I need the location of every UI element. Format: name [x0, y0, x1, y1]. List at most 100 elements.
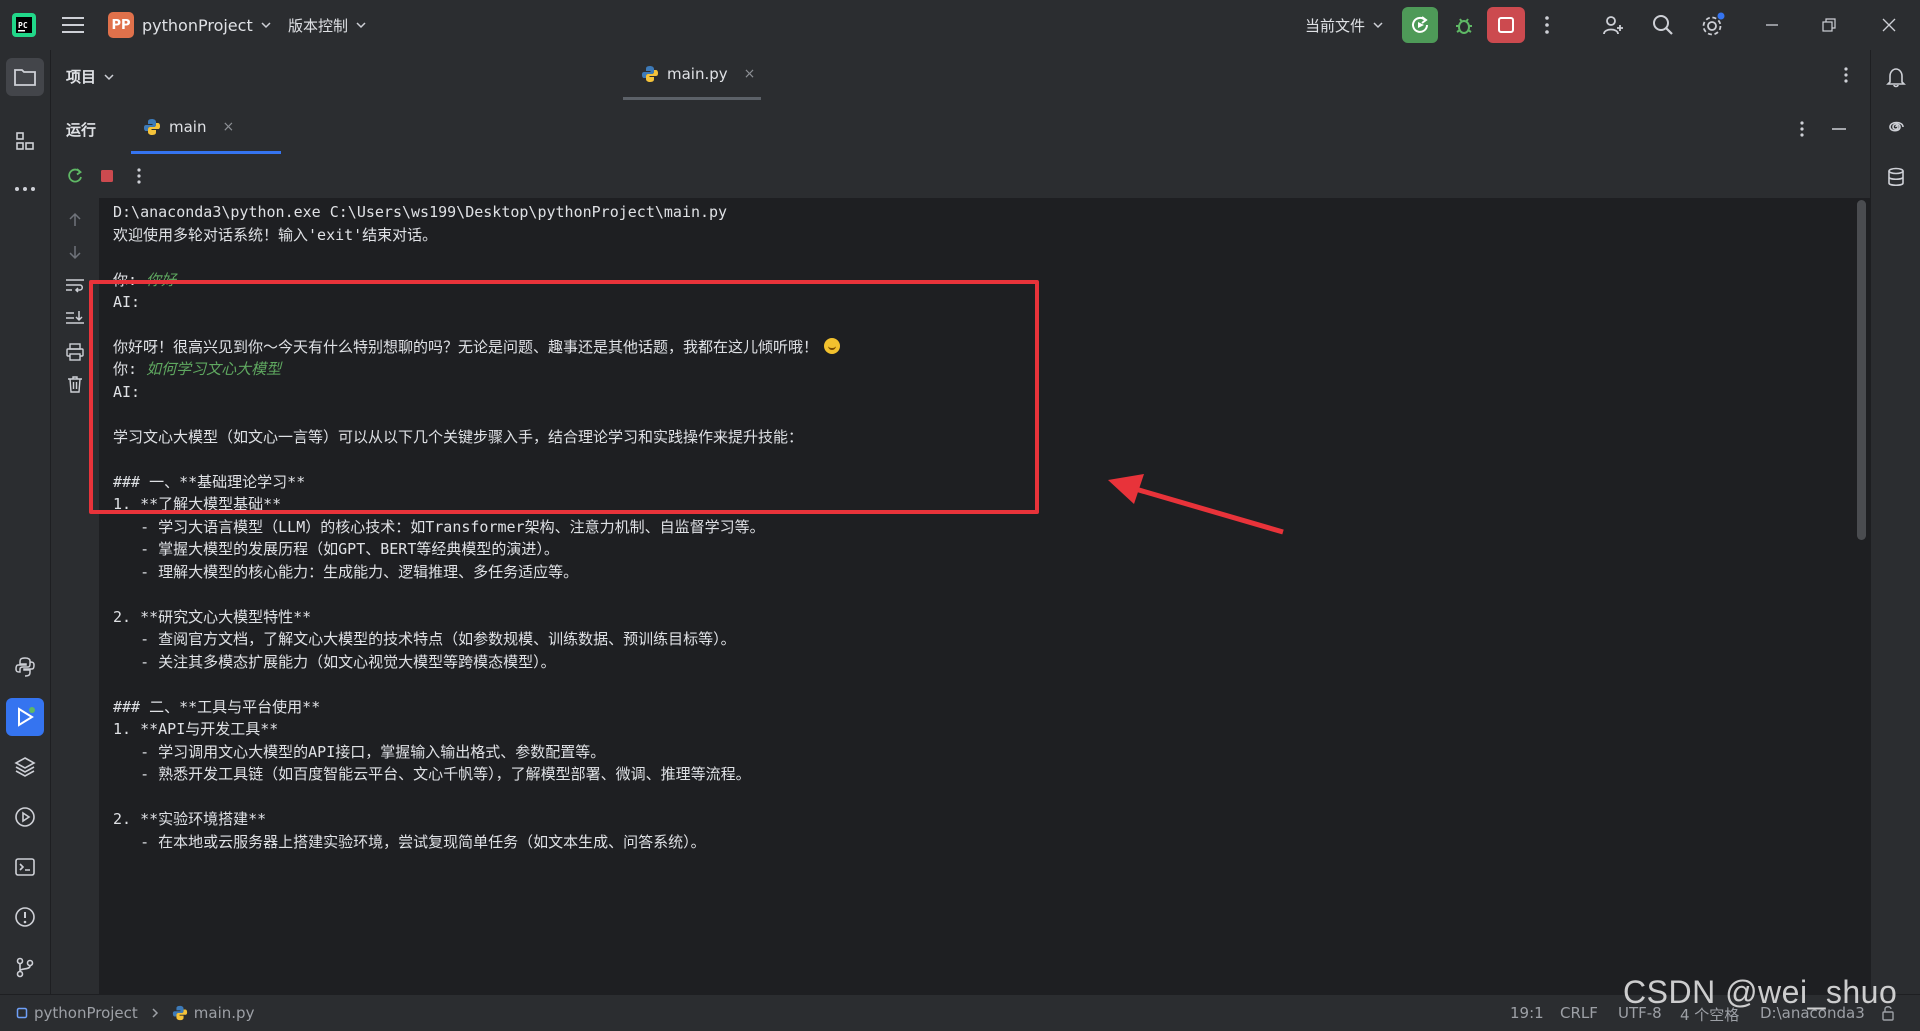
main-menu-icon[interactable]: [60, 12, 86, 38]
smiling-face-emoji-icon: [824, 338, 841, 354]
terminal-button[interactable]: [6, 848, 44, 886]
line-ending[interactable]: CRLF: [1560, 1004, 1598, 1022]
clear-console-button[interactable]: [63, 372, 87, 396]
code-with-me-button[interactable]: [1595, 7, 1631, 43]
tab-main-py[interactable]: main.py ×: [623, 50, 761, 100]
scroll-down-button[interactable]: [63, 240, 87, 264]
soft-wrap-icon: [66, 279, 84, 293]
run-icon: [18, 707, 35, 727]
console-line: 你: 你好: [113, 270, 176, 290]
console-line: - 在本地或云服务器上搭建实验环境，尝试复现简单任务（如文本生成、问答系统）。: [113, 833, 706, 851]
gear-icon: [1702, 12, 1725, 36]
project-tool-button[interactable]: [6, 58, 44, 96]
console-line: 你: 如何学习文心大模型: [113, 359, 281, 379]
project-panel-title[interactable]: 项目: [66, 66, 114, 87]
print-button[interactable]: [63, 340, 87, 364]
prompt-prefix: 你:: [113, 271, 147, 289]
ai-assistant-button[interactable]: [1877, 108, 1915, 146]
more-actions-button[interactable]: [1532, 7, 1562, 43]
title-bar: PC PP pythonProject 版本控制 当前文件: [0, 0, 1920, 50]
tab-close-icon[interactable]: ×: [744, 66, 756, 82]
vcs-label: 版本控制: [288, 16, 349, 35]
restore-icon: [1822, 18, 1836, 32]
structure-icon: [16, 132, 34, 150]
breadcrumb-project[interactable]: pythonProject: [34, 1004, 138, 1022]
stop-toolbar-button[interactable]: [95, 164, 119, 188]
user-input-text: 你好: [146, 271, 177, 289]
current-file-label: 当前文件: [1305, 16, 1366, 35]
more-vertical-icon: [1800, 121, 1804, 137]
breadcrumb-file[interactable]: main.py: [194, 1004, 255, 1022]
run-tool-button[interactable]: [6, 698, 44, 736]
chevron-down-icon: [356, 22, 366, 29]
scroll-to-end-button[interactable]: [63, 306, 87, 330]
project-selector[interactable]: PP pythonProject: [108, 11, 271, 39]
minimize-icon: [1832, 128, 1846, 130]
terminal-icon: [15, 858, 35, 876]
services-button[interactable]: [6, 798, 44, 836]
problems-button[interactable]: [6, 898, 44, 936]
run-tab-main[interactable]: main ×: [131, 102, 281, 154]
run-panel-hide-button[interactable]: [1828, 118, 1850, 140]
run-configuration-selector[interactable]: 当前文件: [1305, 11, 1383, 39]
chevron-down-icon: [261, 22, 271, 29]
vcs-selector[interactable]: 版本控制: [288, 11, 366, 39]
tab-close-icon[interactable]: ×: [222, 119, 234, 135]
window-restore-button[interactable]: [1807, 7, 1851, 43]
left-tool-strip: [0, 50, 51, 994]
rerun-button[interactable]: [1402, 7, 1438, 43]
user-input-text: 如何学习文心大模型: [146, 360, 282, 378]
stop-button[interactable]: [1487, 7, 1525, 43]
editor-more-button[interactable]: [1836, 64, 1856, 86]
window-minimize-button[interactable]: [1750, 7, 1794, 43]
console-line: 欢迎使用多轮对话系统！输入'exit'结束对话。: [113, 226, 438, 244]
run-toolbar-more-button[interactable]: [127, 164, 151, 188]
console-line: 1. **API与开发工具**: [113, 720, 279, 738]
tab-label: main.py: [667, 64, 728, 83]
git-button[interactable]: [6, 948, 44, 986]
warning-circle-icon: [15, 907, 35, 927]
rerun-toolbar-button[interactable]: [63, 164, 87, 188]
database-icon: [1888, 167, 1904, 187]
notifications-button[interactable]: [1877, 58, 1915, 96]
structure-tool-button[interactable]: [6, 122, 44, 160]
console-line: - 学习调用文心大模型的API接口，掌握输入输出格式、参数配置等。: [113, 743, 606, 761]
more-tools-button[interactable]: [6, 170, 44, 208]
console-line: - 学习大语言模型（LLM）的核心技术：如Transformer架构、注意力机制…: [113, 518, 765, 536]
run-panel-more-button[interactable]: [1792, 118, 1812, 140]
module-icon: [16, 1007, 28, 1019]
soft-wrap-button[interactable]: [63, 273, 87, 297]
settings-button[interactable]: [1695, 7, 1731, 43]
console-output[interactable]: D:\anaconda3\python.exe C:\Users\ws199\D…: [100, 198, 1854, 994]
chevron-down-icon: [104, 73, 114, 80]
ai-spiral-icon: [1889, 121, 1904, 132]
trash-icon: [68, 376, 82, 393]
printer-icon: [66, 343, 84, 361]
python-packages-button[interactable]: [6, 748, 44, 786]
search-everywhere-button[interactable]: [1645, 7, 1681, 43]
breadcrumb: pythonProject main.py: [16, 1004, 254, 1022]
console-gutter: [51, 198, 100, 994]
pycharm-logo-icon: PC: [10, 11, 38, 39]
annotation-arrow-icon: [1108, 474, 1284, 535]
search-icon: [1653, 15, 1673, 35]
debug-button[interactable]: [1446, 7, 1482, 43]
database-button[interactable]: [1877, 158, 1915, 196]
run-toolbar: [51, 154, 1870, 199]
console-line: AI:: [113, 383, 141, 401]
console-scrollbar[interactable]: [1857, 200, 1866, 540]
scroll-up-button[interactable]: [63, 208, 87, 232]
console-line: ### 一、**基础理论学习**: [113, 473, 306, 491]
caret-position[interactable]: 19:1: [1510, 1004, 1544, 1022]
python-file-icon: [144, 118, 160, 135]
python-console-button[interactable]: [6, 648, 44, 686]
close-icon: [1882, 18, 1896, 32]
bug-icon: [1456, 18, 1472, 34]
run-tab-label: main: [169, 117, 207, 136]
run-panel-title: 运行: [66, 121, 97, 139]
svg-text:PC: PC: [18, 21, 28, 30]
window-close-button[interactable]: [1867, 7, 1911, 43]
more-vertical-icon: [1844, 67, 1848, 83]
console-line: 2. **研究文心大模型特性**: [113, 608, 312, 626]
rerun-icon: [68, 168, 82, 183]
